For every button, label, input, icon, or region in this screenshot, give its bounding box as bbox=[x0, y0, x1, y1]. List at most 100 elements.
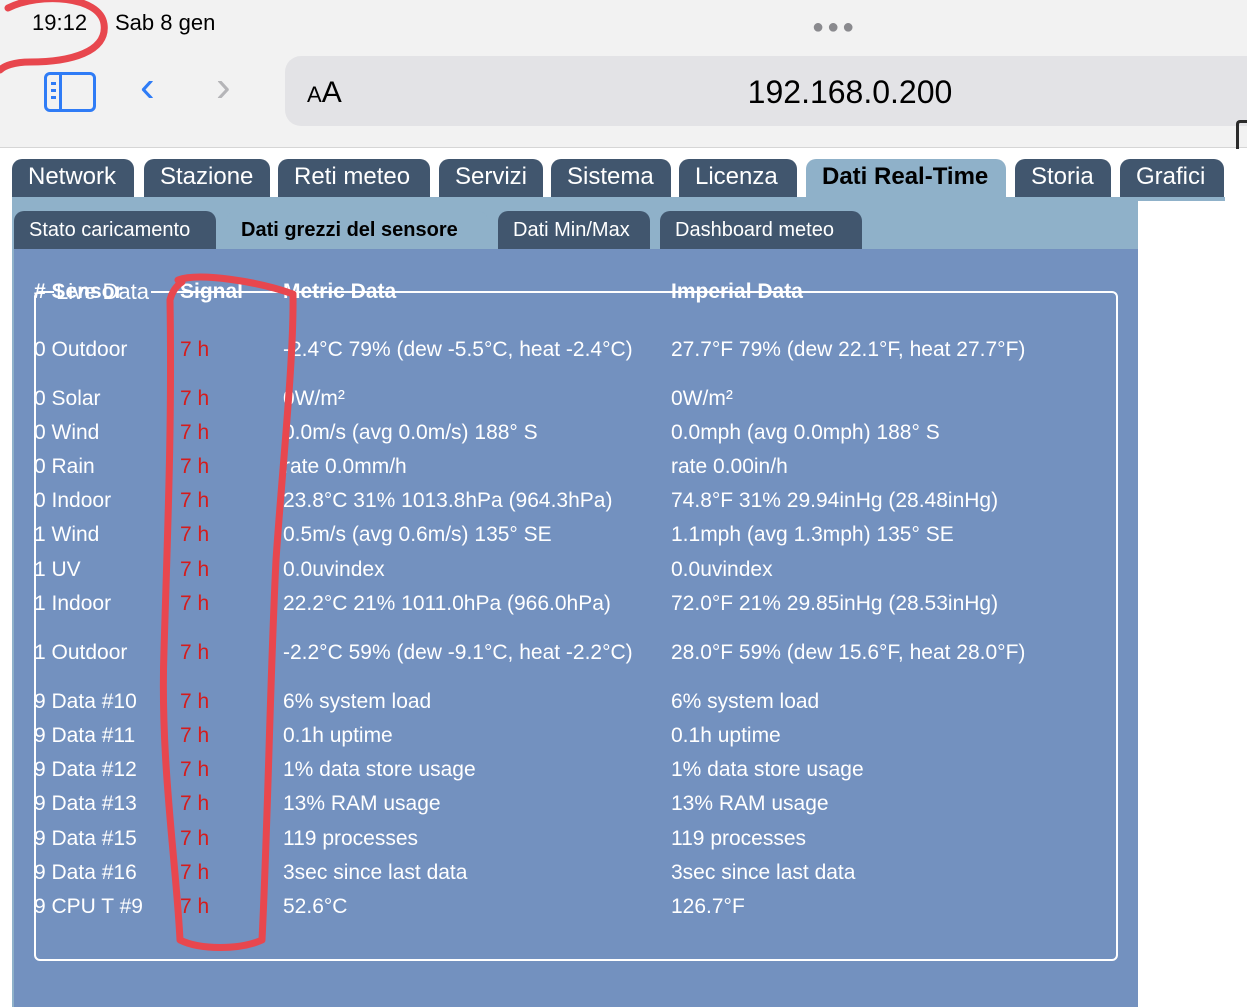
cell-signal: 7 h bbox=[180, 689, 210, 713]
cell-imperial: rate 0.00in/h bbox=[671, 454, 788, 478]
address-bar[interactable]: AA 192.168.0.200 bbox=[285, 56, 1247, 126]
cell-signal: 7 h bbox=[180, 860, 210, 884]
cell-signal: 7 h bbox=[180, 895, 210, 919]
cell-sensor: 9 Data #10 bbox=[34, 689, 137, 713]
header-metric: Metric Data bbox=[283, 280, 397, 303]
status-time: 19:12 bbox=[32, 10, 88, 35]
status-bar: 19:12 Sab 8 gen ●●● bbox=[0, 0, 1247, 48]
cell-sensor: 9 CPU T #9 bbox=[34, 895, 143, 919]
cell-signal: 7 h bbox=[180, 591, 210, 615]
table-row: 9 Data #16 7 h 3sec since last data 3sec si… bbox=[34, 855, 1031, 889]
url-text[interactable]: 192.168.0.200 bbox=[285, 74, 1247, 111]
cell-imperial: 28.0°F 59% (dew 15.6°F, heat 28.0°F) bbox=[671, 640, 1026, 664]
cell-imperial: 1.1mph (avg 1.3mph) 135° SE bbox=[671, 523, 954, 547]
cell-metric: 13% RAM usage bbox=[283, 792, 441, 816]
cell-sensor: 9 Data #11 bbox=[34, 724, 136, 748]
cell-metric: -2.4°C 79% (dew -5.5°C, heat -2.4°C) bbox=[283, 337, 633, 361]
tab-network[interactable]: Network bbox=[12, 159, 134, 197]
cell-signal: 7 h bbox=[180, 523, 210, 547]
cell-sensor: 0 Indoor bbox=[34, 489, 112, 513]
tab-panel: Stato caricamento Dati grezzi del sensore… bbox=[12, 199, 1138, 1007]
header-signal: Signal bbox=[180, 280, 244, 303]
sidebar-toggle-icon[interactable] bbox=[44, 72, 96, 112]
cell-sensor: 9 Data #12 bbox=[34, 758, 137, 782]
table-row: 1 Outdoor 7 h -2.2°C 59% (dew -9.1°C, heat… bbox=[34, 620, 1031, 684]
tab-stazione[interactable]: Stazione bbox=[144, 159, 270, 197]
cell-signal: 7 h bbox=[180, 489, 210, 513]
subtab-stato-caricamento[interactable]: Stato caricamento bbox=[14, 211, 216, 249]
cell-imperial: 27.7°F 79% (dew 22.1°F, heat 27.7°F) bbox=[671, 337, 1026, 361]
cell-sensor: 9 Data #13 bbox=[34, 792, 137, 816]
tab-sistema[interactable]: Sistema bbox=[551, 159, 671, 197]
cell-metric: rate 0.0mm/h bbox=[283, 454, 407, 478]
table-row: 0 Wind 7 h 0.0m/s (avg 0.0m/s) 188° S 0.0mp… bbox=[34, 415, 1031, 449]
cell-sensor: 0 Rain bbox=[34, 454, 95, 478]
table-row: 1 UV 7 h 0.0uvindex 0.0uvindex bbox=[34, 552, 1031, 586]
cell-sensor: 1 Wind bbox=[34, 523, 100, 547]
table-row: 9 Data #15 7 h 119 processes 119 processes bbox=[34, 821, 1031, 855]
table-row: 0 Outdoor 7 h -2.4°C 79% (dew -5.5°C, heat… bbox=[34, 317, 1031, 381]
cell-sensor: 0 Outdoor bbox=[34, 337, 128, 361]
cell-metric: 6% system load bbox=[283, 689, 432, 713]
cell-imperial: 126.7°F bbox=[671, 895, 745, 919]
cell-sensor: 1 UV bbox=[34, 557, 81, 581]
table-row: 9 Data #11 7 h 0.1h uptime 0.1h uptime bbox=[34, 719, 1031, 753]
cell-signal: 7 h bbox=[180, 454, 210, 478]
table-row: 9 CPU T #9 7 h 52.6°C 126.7°F bbox=[34, 889, 1031, 923]
cell-metric: 52.6°C bbox=[283, 895, 348, 919]
cell-signal: 7 h bbox=[180, 826, 210, 850]
cell-imperial: 0.0uvindex bbox=[671, 557, 773, 581]
cell-metric: 1% data store usage bbox=[283, 758, 476, 782]
cell-imperial: 13% RAM usage bbox=[671, 792, 829, 816]
cell-imperial: 0.0mph (avg 0.0mph) 188° S bbox=[671, 420, 940, 444]
cell-metric: 0W/m² bbox=[283, 386, 345, 410]
cell-signal: 7 h bbox=[180, 337, 210, 361]
table-row: 0 Solar 7 h 0W/m² 0W/m² bbox=[34, 381, 1031, 415]
tab-licenza[interactable]: Licenza bbox=[679, 159, 797, 197]
back-chevron-icon[interactable]: ‹ bbox=[140, 62, 155, 112]
cell-metric: 0.0m/s (avg 0.0m/s) 188° S bbox=[283, 420, 538, 444]
subtab-dati-grezzi-del-sensore[interactable]: Dati grezzi del sensore bbox=[226, 211, 488, 249]
cell-sensor: 1 Indoor bbox=[34, 591, 112, 615]
tab-dati-real-time[interactable]: Dati Real-Time bbox=[806, 159, 1006, 199]
cell-signal: 7 h bbox=[180, 386, 210, 410]
subtab-dashboard-meteo[interactable]: Dashboard meteo bbox=[660, 211, 862, 249]
web-content: Network Stazione Reti meteo Servizi Sistema L… bbox=[0, 149, 1247, 1007]
browser-toolbar: ‹ › AA 192.168.0.200 bbox=[0, 48, 1247, 154]
cell-imperial: 1% data store usage bbox=[671, 758, 864, 782]
cell-imperial: 0W/m² bbox=[671, 386, 733, 410]
cell-metric: 3sec since last data bbox=[283, 860, 468, 884]
cell-sensor: 0 Wind bbox=[34, 420, 100, 444]
cell-sensor: 1 Outdoor bbox=[34, 640, 128, 664]
forward-chevron-icon[interactable]: › bbox=[216, 62, 231, 112]
cell-imperial: 119 processes bbox=[671, 826, 807, 850]
cell-metric: 0.1h uptime bbox=[283, 724, 393, 748]
cell-signal: 7 h bbox=[180, 758, 210, 782]
sensor-data-panel: Live Data # Sensor Signal Metric Data Im… bbox=[14, 249, 1138, 1007]
subtab-dati-min-max[interactable]: Dati Min/Max bbox=[498, 211, 650, 249]
tab-servizi[interactable]: Servizi bbox=[439, 159, 543, 197]
cell-signal: 7 h bbox=[180, 420, 210, 444]
cell-imperial: 0.1h uptime bbox=[671, 724, 781, 748]
cell-metric: 23.8°C 31% 1013.8hPa (964.3hPa) bbox=[283, 489, 613, 513]
status-date: Sab 8 gen bbox=[115, 10, 216, 35]
tab-storia[interactable]: Storia bbox=[1015, 159, 1111, 197]
table-row: 9 Data #10 7 h 6% system load 6% system loa… bbox=[34, 684, 1031, 718]
cell-imperial: 3sec since last data bbox=[671, 860, 856, 884]
cell-imperial: 72.0°F 21% 29.85inHg (28.53inHg) bbox=[671, 591, 999, 615]
table-row: 9 Data #12 7 h 1% data store usage 1% data … bbox=[34, 753, 1031, 787]
cell-signal: 7 h bbox=[180, 792, 210, 816]
header-imperial: Imperial Data bbox=[671, 280, 803, 303]
table-row: 9 Data #13 7 h 13% RAM usage 13% RAM usage bbox=[34, 787, 1031, 821]
header-sensor: # Sensor bbox=[34, 280, 123, 303]
table-row: 0 Indoor 7 h 23.8°C 31% 1013.8hPa (964.3hP… bbox=[34, 484, 1031, 518]
tab-reti-meteo[interactable]: Reti meteo bbox=[278, 159, 430, 197]
cell-metric: 0.5m/s (avg 0.6m/s) 135° SE bbox=[283, 523, 552, 547]
cell-signal: 7 h bbox=[180, 640, 210, 664]
cell-metric: -2.2°C 59% (dew -9.1°C, heat -2.2°C) bbox=[283, 640, 633, 664]
multitasking-dots-icon[interactable]: ●●● bbox=[812, 16, 857, 39]
cell-sensor: 0 Solar bbox=[34, 386, 101, 410]
table-row: 1 Wind 7 h 0.5m/s (avg 0.6m/s) 135° SE 1.1m… bbox=[34, 518, 1031, 552]
tab-grafici[interactable]: Grafici bbox=[1120, 159, 1224, 197]
cell-metric: 22.2°C 21% 1011.0hPa (966.0hPa) bbox=[283, 591, 611, 615]
